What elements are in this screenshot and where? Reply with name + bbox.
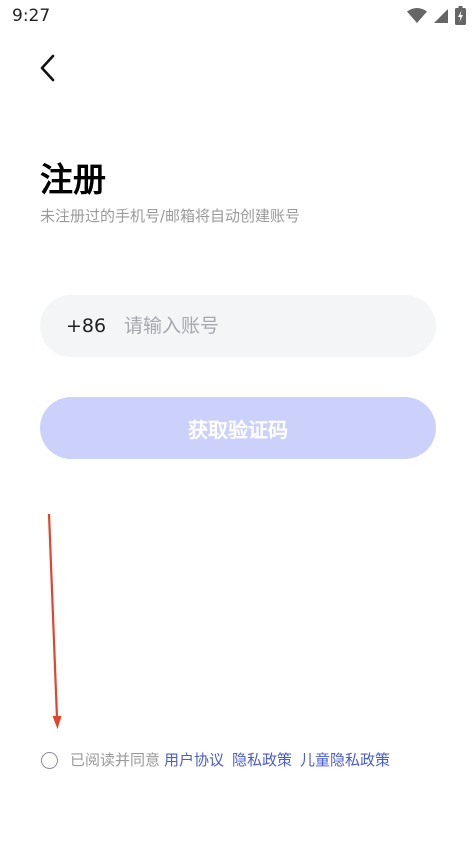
wifi-icon — [407, 7, 427, 28]
agreement-checkbox[interactable] — [41, 751, 58, 769]
status-icons — [407, 6, 466, 29]
page-subtitle: 未注册过的手机号/邮箱将自动创建账号 — [40, 207, 301, 225]
account-input[interactable] — [124, 306, 436, 346]
battery-charging-icon — [455, 6, 466, 29]
back-button[interactable] — [30, 52, 66, 88]
chevron-left-icon — [38, 53, 58, 87]
privacy-policy-link[interactable]: 隐私政策 — [232, 749, 292, 771]
agreement-row: 已阅读并同意 用户协议 隐私政策 儿童隐私政策 — [41, 749, 390, 771]
user-agreement-link[interactable]: 用户协议 — [164, 749, 224, 771]
get-verification-code-button[interactable]: 获取验证码 — [40, 397, 436, 459]
children-privacy-policy-link[interactable]: 儿童隐私政策 — [300, 749, 390, 771]
page-title: 注册 — [40, 160, 106, 199]
account-field[interactable]: +86 — [40, 295, 436, 357]
status-time: 9:27 — [12, 6, 51, 26]
country-code-selector[interactable]: +86 — [66, 315, 124, 337]
signal-icon — [433, 8, 449, 28]
agreement-prefix: 已阅读并同意 — [70, 751, 161, 769]
status-bar: 9:27 — [0, 0, 476, 32]
